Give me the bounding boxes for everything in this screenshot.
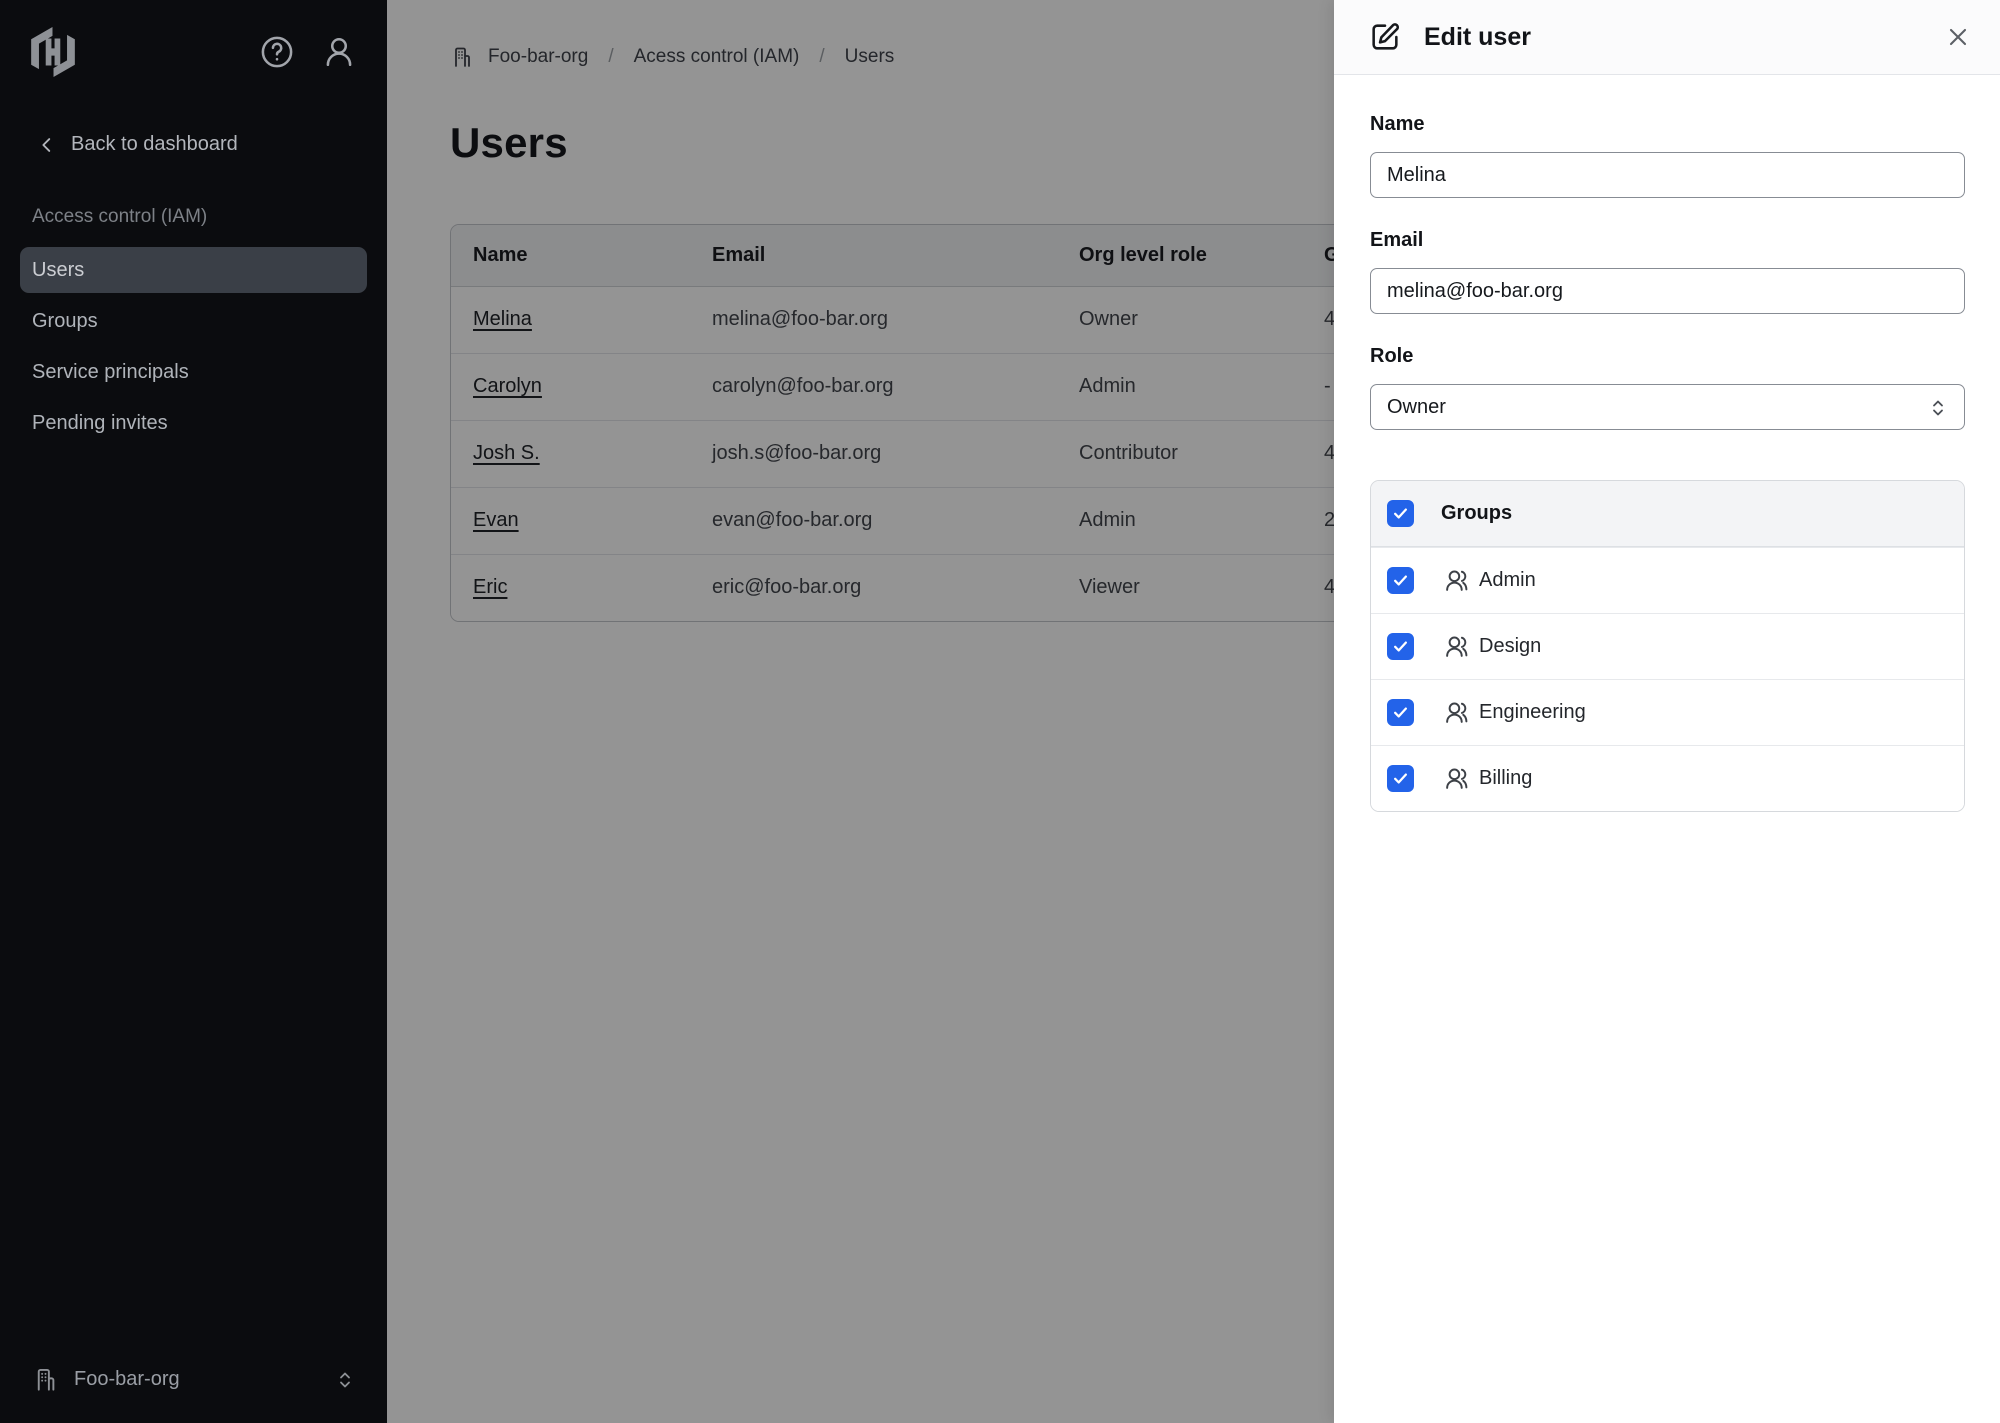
org-switcher[interactable]: Foo-bar-org <box>0 1338 387 1423</box>
name-field-label: Name <box>1370 112 1965 137</box>
help-icon[interactable] <box>259 34 295 70</box>
email-field[interactable] <box>1370 268 1965 314</box>
group-checkbox[interactable] <box>1387 567 1414 594</box>
groups-header-row: Groups <box>1371 481 1964 547</box>
back-to-dashboard-label: Back to dashboard <box>71 133 238 156</box>
sidebar-item-label: Groups <box>32 310 98 333</box>
group-label: Engineering <box>1479 701 1586 724</box>
chevrons-up-down-icon <box>333 1368 357 1392</box>
sidebar-item-service-principals[interactable]: Service principals <box>20 349 367 395</box>
users-icon <box>1444 700 1469 725</box>
chevrons-up-down-icon <box>1926 396 1950 420</box>
sidebar-item-label: Pending invites <box>32 412 168 435</box>
role-field-label: Role <box>1370 344 1965 369</box>
group-label: Billing <box>1479 767 1532 790</box>
group-row-design: Design <box>1371 613 1964 679</box>
sidebar-item-groups[interactable]: Groups <box>20 298 367 344</box>
sidebar-section-label: Access control (IAM) <box>32 206 387 228</box>
users-icon <box>1444 766 1469 791</box>
group-label: Admin <box>1479 569 1536 592</box>
sidebar-item-users[interactable]: Users <box>20 247 367 293</box>
groups-select-all-checkbox[interactable] <box>1387 500 1414 527</box>
sidebar: Back to dashboard Access control (IAM) U… <box>0 0 387 1423</box>
sidebar-item-label: Service principals <box>32 361 189 384</box>
hashicorp-logo[interactable] <box>27 26 79 78</box>
users-icon <box>1444 634 1469 659</box>
sidebar-nav: Users Groups Service principals Pending … <box>20 247 367 446</box>
group-row-billing: Billing <box>1371 745 1964 811</box>
group-checkbox[interactable] <box>1387 699 1414 726</box>
group-label: Design <box>1479 635 1541 658</box>
building-icon <box>32 1366 59 1393</box>
sidebar-item-pending-invites[interactable]: Pending invites <box>20 400 367 446</box>
edit-user-drawer: Edit user Name Email Role Owner Groups <box>1334 0 2000 1423</box>
sidebar-item-label: Users <box>32 259 84 282</box>
email-field-label: Email <box>1370 228 1965 253</box>
org-switcher-label: Foo-bar-org <box>74 1368 318 1391</box>
user-icon[interactable] <box>321 34 357 70</box>
sidebar-top-icons <box>259 34 357 70</box>
group-checkbox[interactable] <box>1387 633 1414 660</box>
sidebar-top <box>0 0 387 78</box>
role-select[interactable]: Owner <box>1370 384 1965 430</box>
group-checkbox[interactable] <box>1387 765 1414 792</box>
chevron-left-icon <box>36 134 58 156</box>
role-select-value: Owner <box>1387 396 1446 419</box>
back-to-dashboard-link[interactable]: Back to dashboard <box>36 133 387 156</box>
edit-icon <box>1368 20 1402 54</box>
users-icon <box>1444 568 1469 593</box>
groups-header-label: Groups <box>1441 502 1512 525</box>
group-row-admin: Admin <box>1371 547 1964 613</box>
close-icon[interactable] <box>1944 23 1972 51</box>
drawer-body: Name Email Role Owner Groups <box>1334 75 2000 812</box>
drawer-header: Edit user <box>1334 0 2000 75</box>
groups-checklist: Groups Admin Design <box>1370 480 1965 812</box>
group-row-engineering: Engineering <box>1371 679 1964 745</box>
name-field[interactable] <box>1370 152 1965 198</box>
drawer-title: Edit user <box>1424 23 1922 52</box>
